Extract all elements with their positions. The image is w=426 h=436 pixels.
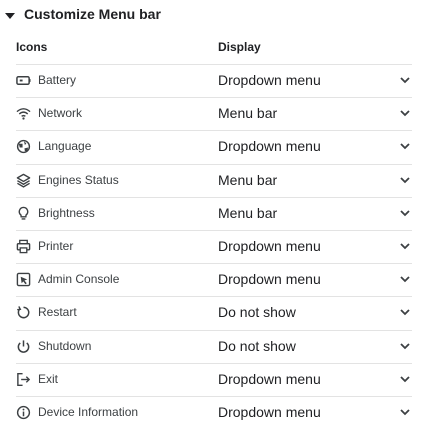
caret-down-icon[interactable]	[5, 12, 15, 20]
row-label: Engines Status	[38, 172, 119, 187]
exit-icon	[16, 372, 31, 387]
row-label: Language	[38, 139, 92, 154]
display-value: Do not show	[218, 337, 296, 354]
chevron-down-icon	[400, 376, 410, 382]
display-select-exit[interactable]: Dropdown menu	[218, 363, 412, 396]
row-label: Printer	[38, 238, 74, 253]
display-value: Dropdown menu	[218, 237, 321, 254]
chevron-down-icon	[400, 110, 410, 117]
row-label: Restart	[38, 305, 77, 320]
admin-console-icon	[16, 272, 31, 287]
display-select-shutdown[interactable]: Do not show	[218, 330, 412, 363]
display-select-engines-status[interactable]: Menu bar	[218, 164, 412, 197]
printer-icon	[16, 239, 31, 254]
chevron-down-icon	[400, 309, 410, 316]
row-printer: Printer Dropdown menu	[0, 229, 426, 263]
row-label: Admin Console	[38, 272, 120, 287]
column-header-icons: Icons	[16, 40, 48, 54]
section-header[interactable]: Customize Menu bar	[0, 0, 426, 30]
display-value: Do not show	[218, 304, 296, 321]
restart-icon	[16, 305, 31, 320]
menu-bar-items-list: Battery Dropdown menu Network Menu bar L…	[0, 64, 426, 429]
chevron-down-icon	[400, 176, 410, 183]
display-value: Menu bar	[218, 105, 278, 122]
chevron-down-icon	[400, 342, 410, 349]
row-label: Exit	[38, 371, 59, 386]
battery-icon	[16, 73, 31, 88]
display-select-brightness[interactable]: Menu bar	[218, 197, 412, 230]
lightbulb-icon	[16, 206, 31, 221]
section-title: Customize Menu bar	[24, 6, 161, 22]
display-value: Menu bar	[218, 204, 278, 221]
customize-menu-bar-panel: Customize Menu bar Icons Display Battery…	[0, 0, 426, 436]
row-label: Battery	[38, 73, 77, 87]
row-label: Shutdown	[38, 338, 92, 353]
row-exit: Exit Dropdown menu	[0, 362, 426, 396]
display-select-language[interactable]: Dropdown menu	[218, 130, 412, 163]
row-brightness: Brightness Menu bar	[0, 196, 426, 230]
display-value: Dropdown menu	[218, 403, 321, 420]
chevron-down-icon	[400, 276, 410, 283]
globe-icon	[16, 139, 31, 154]
wifi-icon	[16, 106, 31, 121]
row-label: Network	[38, 106, 83, 121]
row-label: Brightness	[38, 205, 95, 220]
display-select-restart[interactable]: Do not show	[218, 296, 412, 329]
row-restart: Restart Do not show	[0, 296, 426, 329]
display-value: Dropdown menu	[218, 138, 321, 155]
row-battery: Battery Dropdown menu	[0, 64, 426, 97]
row-label: Device Information	[38, 404, 139, 419]
chevron-down-icon	[400, 143, 410, 150]
row-engines-status: Engines Status Menu bar	[0, 163, 426, 197]
display-value: Dropdown menu	[218, 72, 321, 88]
layers-icon	[16, 173, 31, 188]
display-value: Dropdown menu	[218, 271, 321, 288]
power-icon	[16, 339, 31, 354]
chevron-down-icon	[400, 77, 410, 84]
row-language: Language Dropdown menu	[0, 130, 426, 163]
row-shutdown: Shutdown Do not show	[0, 329, 426, 363]
info-icon	[16, 405, 31, 420]
display-select-device-information[interactable]: Dropdown menu	[218, 396, 412, 429]
display-value: Menu bar	[218, 171, 278, 188]
display-select-admin-console[interactable]: Dropdown menu	[218, 263, 412, 296]
row-device-information: Device Information Dropdown menu	[0, 395, 426, 429]
chevron-down-icon	[400, 409, 410, 416]
display-select-battery[interactable]: Dropdown menu	[218, 64, 412, 97]
chevron-down-icon	[400, 210, 410, 217]
row-admin-console: Admin Console Dropdown menu	[0, 263, 426, 296]
display-select-printer[interactable]: Dropdown menu	[218, 230, 412, 263]
display-value: Dropdown menu	[218, 370, 321, 387]
column-header-display: Display	[218, 40, 261, 54]
row-network: Network Menu bar	[0, 97, 426, 130]
display-select-network[interactable]: Menu bar	[218, 97, 412, 130]
chevron-down-icon	[400, 243, 410, 250]
